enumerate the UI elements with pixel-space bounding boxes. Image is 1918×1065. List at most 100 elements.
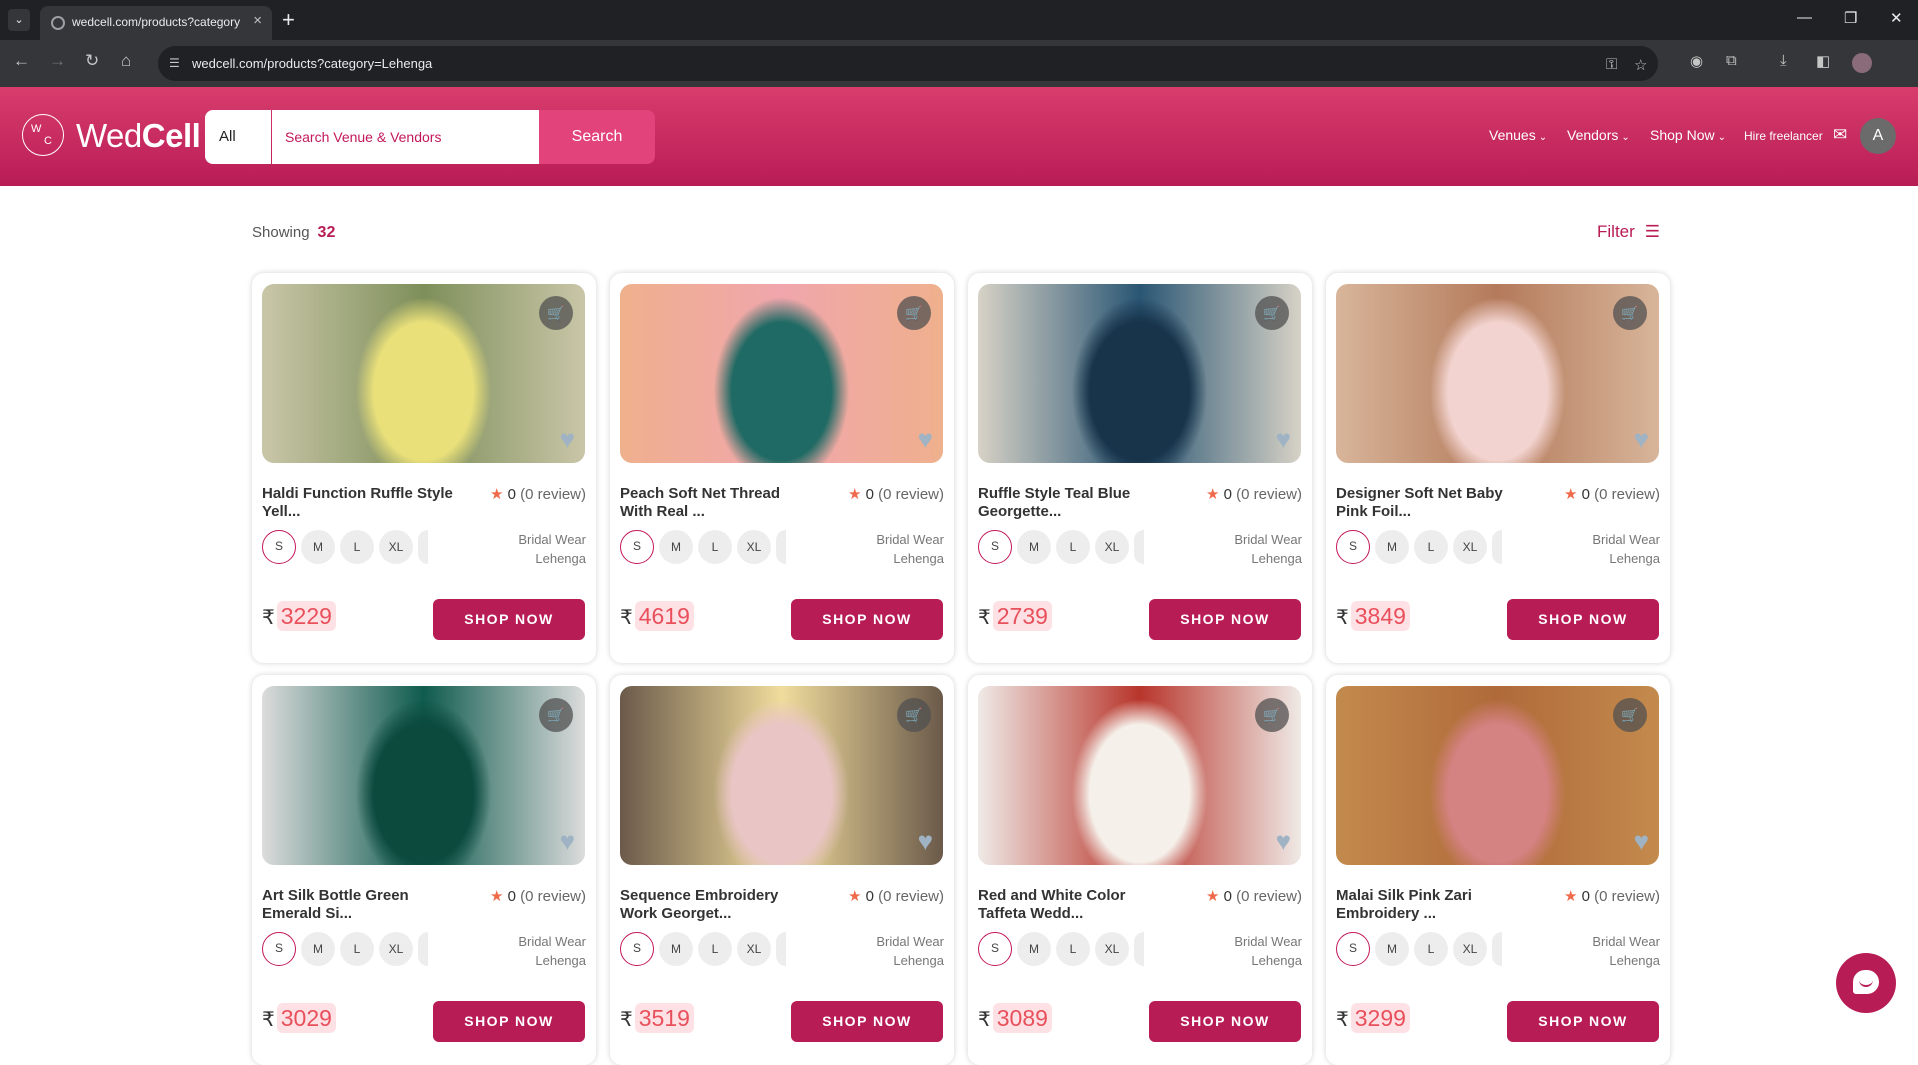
bookmark-star-icon[interactable]: ☆	[1634, 56, 1647, 74]
size-option[interactable]: L	[698, 530, 732, 564]
product-card[interactable]: 🛒 ♥ Designer Soft Net Baby Pink Foil... ★…	[1326, 273, 1670, 663]
add-to-cart-icon[interactable]: 🛒	[539, 296, 573, 330]
size-option[interactable]: S	[262, 932, 296, 966]
nav-vendors[interactable]: Vendors ⌄	[1567, 127, 1630, 143]
size-option[interactable]: M	[1375, 530, 1409, 564]
shop-now-button[interactable]: SHOP NOW	[1149, 1001, 1301, 1042]
size-option[interactable]: M	[301, 932, 335, 966]
product-name[interactable]: Ruffle Style Teal Blue Georgette...	[978, 485, 1178, 521]
size-option[interactable]: M	[301, 530, 335, 564]
size-option[interactable]: S	[1336, 530, 1370, 564]
address-bar[interactable]: ☰ wedcell.com/products?category=Lehenga …	[158, 46, 1658, 81]
nav-venues[interactable]: Venues ⌄	[1489, 127, 1547, 143]
add-to-cart-icon[interactable]: 🛒	[897, 296, 931, 330]
extensions-icon[interactable]: ⧉	[1726, 52, 1737, 69]
tab-list-chevron-icon[interactable]: ⌄	[8, 9, 30, 31]
product-name[interactable]: Red and White Color Taffeta Wedd...	[978, 887, 1178, 923]
search-button[interactable]: Search	[539, 110, 655, 164]
size-option[interactable]: XL	[1095, 530, 1129, 564]
filter-button[interactable]: Filter ☰	[1597, 222, 1660, 242]
product-name[interactable]: Designer Soft Net Baby Pink Foil...	[1336, 485, 1536, 521]
logo-wordmark[interactable]: WedCell	[76, 117, 201, 155]
size-option[interactable]: S	[1336, 932, 1370, 966]
product-image[interactable]: 🛒 ♥	[262, 686, 585, 865]
site-info-icon[interactable]: ☰	[169, 56, 180, 70]
size-option[interactable]: XL	[1095, 932, 1129, 966]
product-name[interactable]: Peach Soft Net Thread With Real ...	[620, 485, 820, 521]
size-option[interactable]: S	[978, 932, 1012, 966]
browser-tab[interactable]: wedcell.com/products?category=Lehenga ×	[40, 6, 272, 40]
restore-icon[interactable]: ❐	[1844, 9, 1857, 27]
minimize-icon[interactable]: —	[1797, 9, 1812, 26]
size-option[interactable]: L	[1414, 530, 1448, 564]
size-option[interactable]: L	[698, 932, 732, 966]
product-name[interactable]: Malai Silk Pink Zari Embroidery ...	[1336, 887, 1536, 923]
product-card[interactable]: 🛒 ♥ Peach Soft Net Thread With Real ... ★…	[610, 273, 954, 663]
size-option[interactable]: M	[659, 530, 693, 564]
product-card[interactable]: 🛒 ♥ Ruffle Style Teal Blue Georgette... ★…	[968, 273, 1312, 663]
user-avatar[interactable]: A	[1860, 118, 1896, 154]
product-image[interactable]: 🛒 ♥	[978, 686, 1301, 865]
wishlist-heart-icon[interactable]: ♥	[918, 424, 933, 455]
tab-close-icon[interactable]: ×	[253, 12, 262, 29]
wishlist-heart-icon[interactable]: ♥	[560, 826, 575, 857]
size-option[interactable]: L	[1056, 530, 1090, 564]
search-input[interactable]	[272, 110, 539, 164]
size-option[interactable]: XL	[1453, 530, 1487, 564]
size-option[interactable]: S	[978, 530, 1012, 564]
wishlist-heart-icon[interactable]: ♥	[1634, 424, 1649, 455]
size-option[interactable]: L	[340, 530, 374, 564]
size-option[interactable]: S	[262, 530, 296, 564]
size-option[interactable]: S	[620, 932, 654, 966]
search-category-select[interactable]: All	[205, 110, 271, 164]
size-option[interactable]: M	[1017, 932, 1051, 966]
home-icon[interactable]: ⌂	[121, 51, 131, 71]
wishlist-heart-icon[interactable]: ♥	[1276, 826, 1291, 857]
size-option[interactable]: M	[1017, 530, 1051, 564]
mail-icon[interactable]: ✉	[1833, 125, 1847, 145]
product-image[interactable]: 🛒 ♥	[1336, 686, 1659, 865]
product-image[interactable]: 🛒 ♥	[620, 284, 943, 463]
password-key-icon[interactable]: ⚿	[1606, 56, 1617, 73]
add-to-cart-icon[interactable]: 🛒	[1613, 296, 1647, 330]
size-option[interactable]: XL	[379, 932, 413, 966]
wishlist-heart-icon[interactable]: ♥	[918, 826, 933, 857]
product-name[interactable]: Haldi Function Ruffle Style Yell...	[262, 485, 462, 521]
shop-now-button[interactable]: SHOP NOW	[1149, 599, 1301, 640]
product-card[interactable]: 🛒 ♥ Red and White Color Taffeta Wedd... ★…	[968, 675, 1312, 1065]
add-to-cart-icon[interactable]: 🛒	[1255, 296, 1289, 330]
size-option[interactable]: XL	[379, 530, 413, 564]
add-to-cart-icon[interactable]: 🛒	[539, 698, 573, 732]
downloads-icon[interactable]: ⤓	[1780, 52, 1787, 69]
shop-now-button[interactable]: SHOP NOW	[433, 1001, 585, 1042]
product-image[interactable]: 🛒 ♥	[620, 686, 943, 865]
shop-now-button[interactable]: SHOP NOW	[1507, 1001, 1659, 1042]
product-card[interactable]: 🛒 ♥ Haldi Function Ruffle Style Yell... ★…	[252, 273, 596, 663]
add-to-cart-icon[interactable]: 🛒	[1613, 698, 1647, 732]
nav-shop-now[interactable]: Shop Now ⌄	[1650, 127, 1726, 143]
product-card[interactable]: 🛒 ♥ Sequence Embroidery Work Georget... ★…	[610, 675, 954, 1065]
logo-mark[interactable]: W C	[22, 114, 64, 156]
nav-hire-freelancer[interactable]: Hire freelancer	[1744, 129, 1823, 143]
add-to-cart-icon[interactable]: 🛒	[897, 698, 931, 732]
shop-now-button[interactable]: SHOP NOW	[791, 1001, 943, 1042]
size-option[interactable]: XL	[737, 530, 771, 564]
product-image[interactable]: 🛒 ♥	[978, 284, 1301, 463]
wishlist-heart-icon[interactable]: ♥	[560, 424, 575, 455]
add-to-cart-icon[interactable]: 🛒	[1255, 698, 1289, 732]
size-option[interactable]: M	[1375, 932, 1409, 966]
size-option[interactable]: S	[620, 530, 654, 564]
address-url[interactable]: wedcell.com/products?category=Lehenga	[192, 56, 432, 71]
size-option[interactable]: M	[659, 932, 693, 966]
size-option[interactable]: L	[340, 932, 374, 966]
wishlist-heart-icon[interactable]: ♥	[1634, 826, 1649, 857]
size-option[interactable]: XL	[737, 932, 771, 966]
forward-icon[interactable]: →	[49, 51, 66, 71]
product-image[interactable]: 🛒 ♥	[1336, 284, 1659, 463]
reload-icon[interactable]: ↻	[85, 51, 99, 71]
product-name[interactable]: Art Silk Bottle Green Emerald Si...	[262, 887, 462, 923]
size-option[interactable]: L	[1056, 932, 1090, 966]
shop-now-button[interactable]: SHOP NOW	[433, 599, 585, 640]
window-close-icon[interactable]: ✕	[1890, 9, 1903, 27]
wishlist-heart-icon[interactable]: ♥	[1276, 424, 1291, 455]
